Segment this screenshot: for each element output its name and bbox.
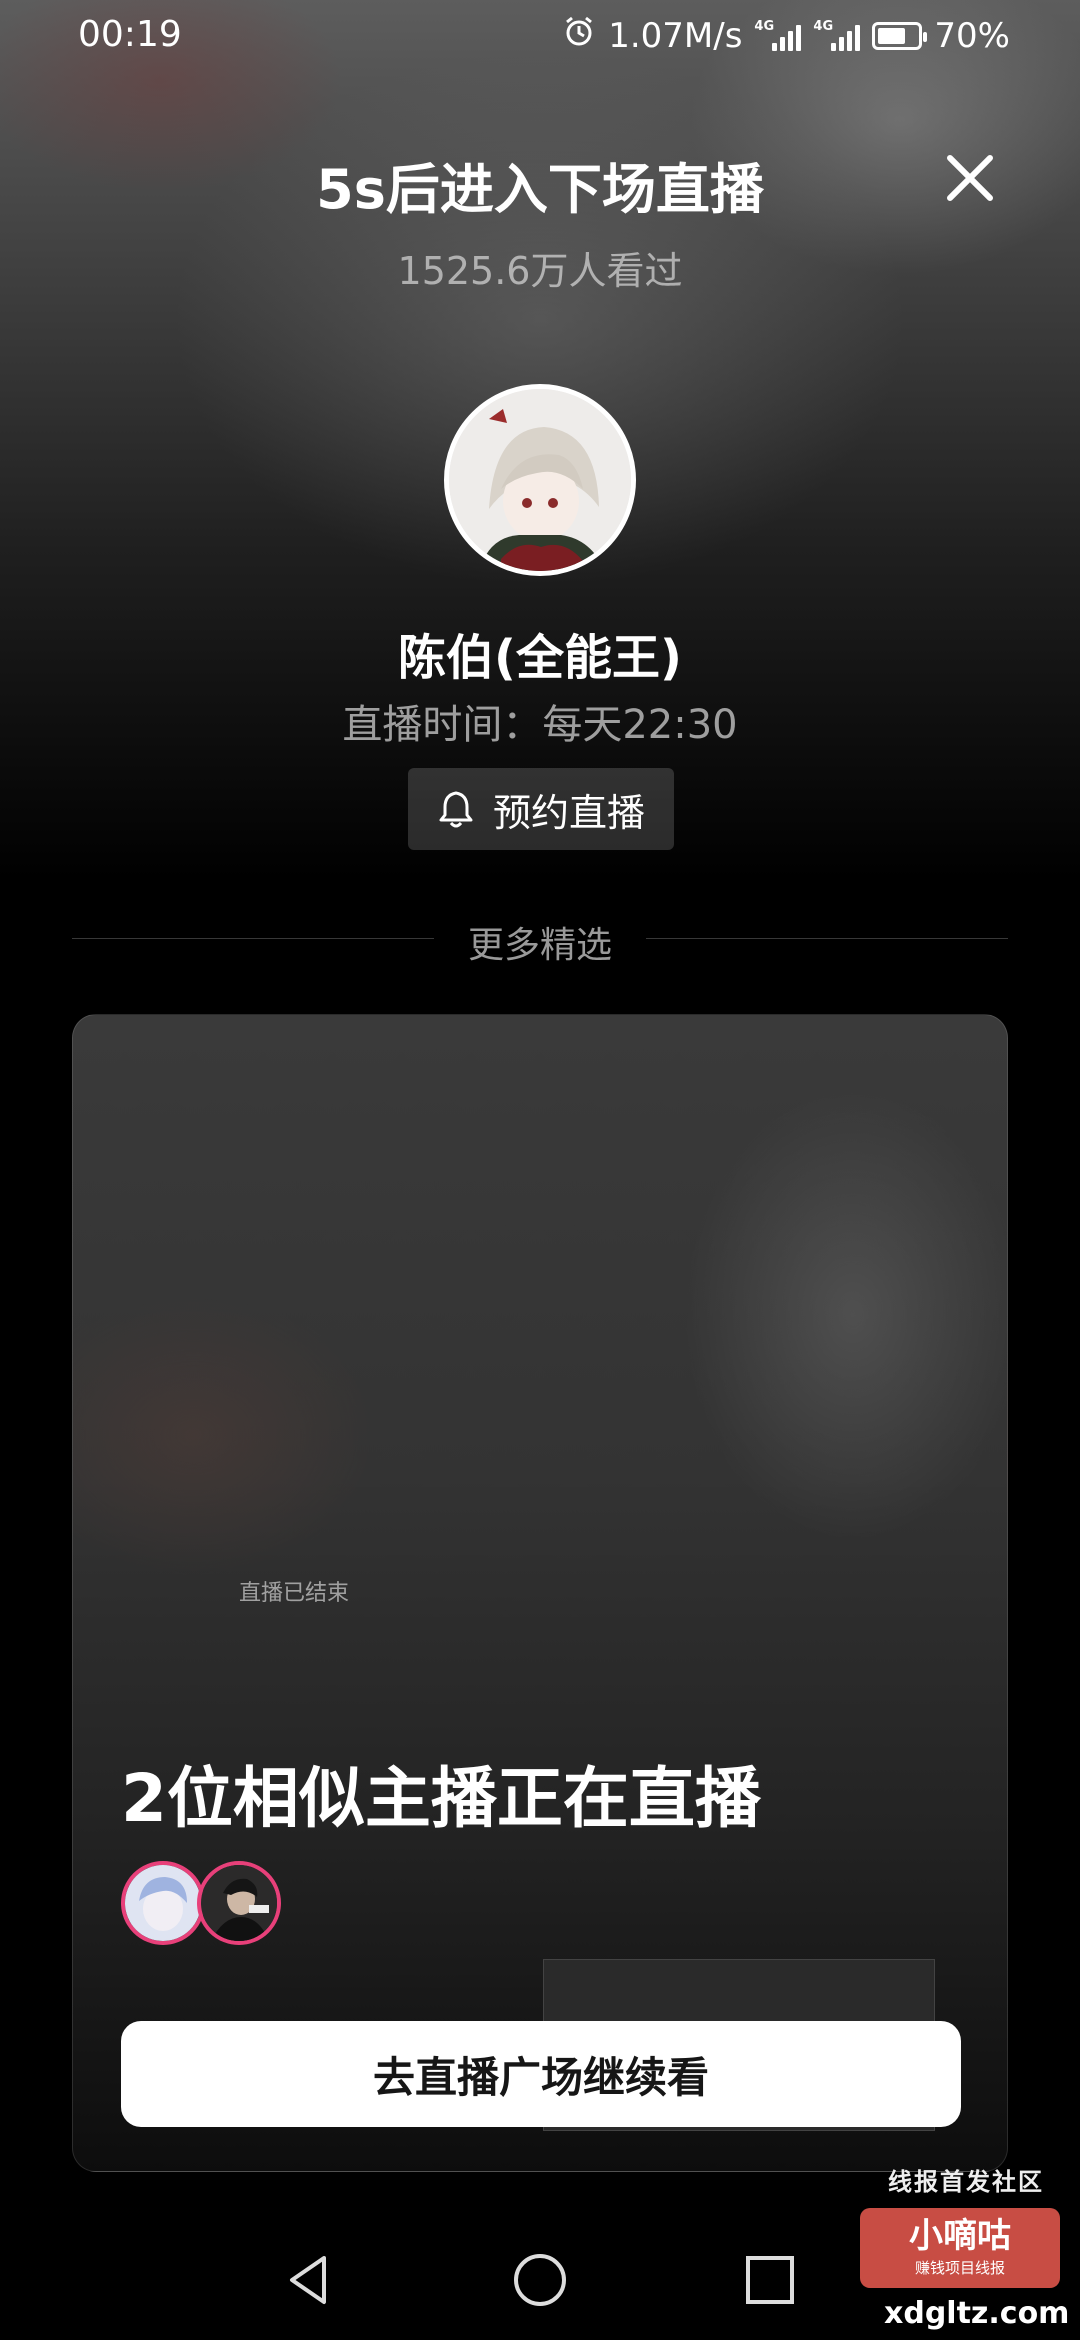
battery-icon [872,21,928,50]
more-picks-label: 更多精选 [467,925,612,966]
signal-icon: 4G [813,19,861,51]
home-button[interactable] [510,2250,570,2310]
live-ended-text: 直播已结束 [239,1581,350,1606]
alarm-icon [562,14,596,57]
back-button[interactable] [280,2250,340,2310]
status-bar: 00:19 1.07M/s 4G 4G 70% [0,0,1080,72]
close-icon [947,155,993,201]
recents-button[interactable] [740,2250,800,2310]
status-icons: 1.07M/s 4G 4G 70% [562,14,1010,57]
avatar[interactable] [444,384,636,576]
live-schedule: 直播时间：每天22:30 [342,702,738,748]
close-button[interactable] [940,148,1000,208]
net-speed: 1.07M/s [608,15,743,56]
home-icon [514,2254,566,2306]
battery-percent: 70% [934,15,1010,56]
go-live-square-button[interactable]: 去直播广场继续看 [121,2021,961,2127]
back-icon [290,2256,326,2304]
host-name: 陈伯(全能王) [398,630,682,686]
recommend-card[interactable]: 直播已结束 2位相似主播正在直播 去直播广场继续看 [72,1014,1008,2172]
divider-line [646,938,1008,939]
more-picks-divider: 更多精选 [72,916,1008,966]
similar-hosts-text: 2位相似主播正在直播 [121,1760,761,1837]
signal-icon: 4G [754,19,802,51]
view-count: 1525.6万人看过 [397,249,683,293]
page-title: 5s后进入下场直播 [316,158,764,221]
reserve-live-label: 预约直播 [492,790,645,835]
watermark-text: 线报首发社区 [888,2168,1044,2196]
status-time: 00:19 [78,14,182,55]
recents-icon [746,2256,794,2304]
similar-host-avatar[interactable] [121,1861,205,1945]
bell-icon [439,791,473,828]
similar-host-avatar[interactable] [197,1861,281,1945]
reserve-live-button[interactable]: 预约直播 [408,768,674,850]
system-nav-bar [0,2220,1080,2340]
